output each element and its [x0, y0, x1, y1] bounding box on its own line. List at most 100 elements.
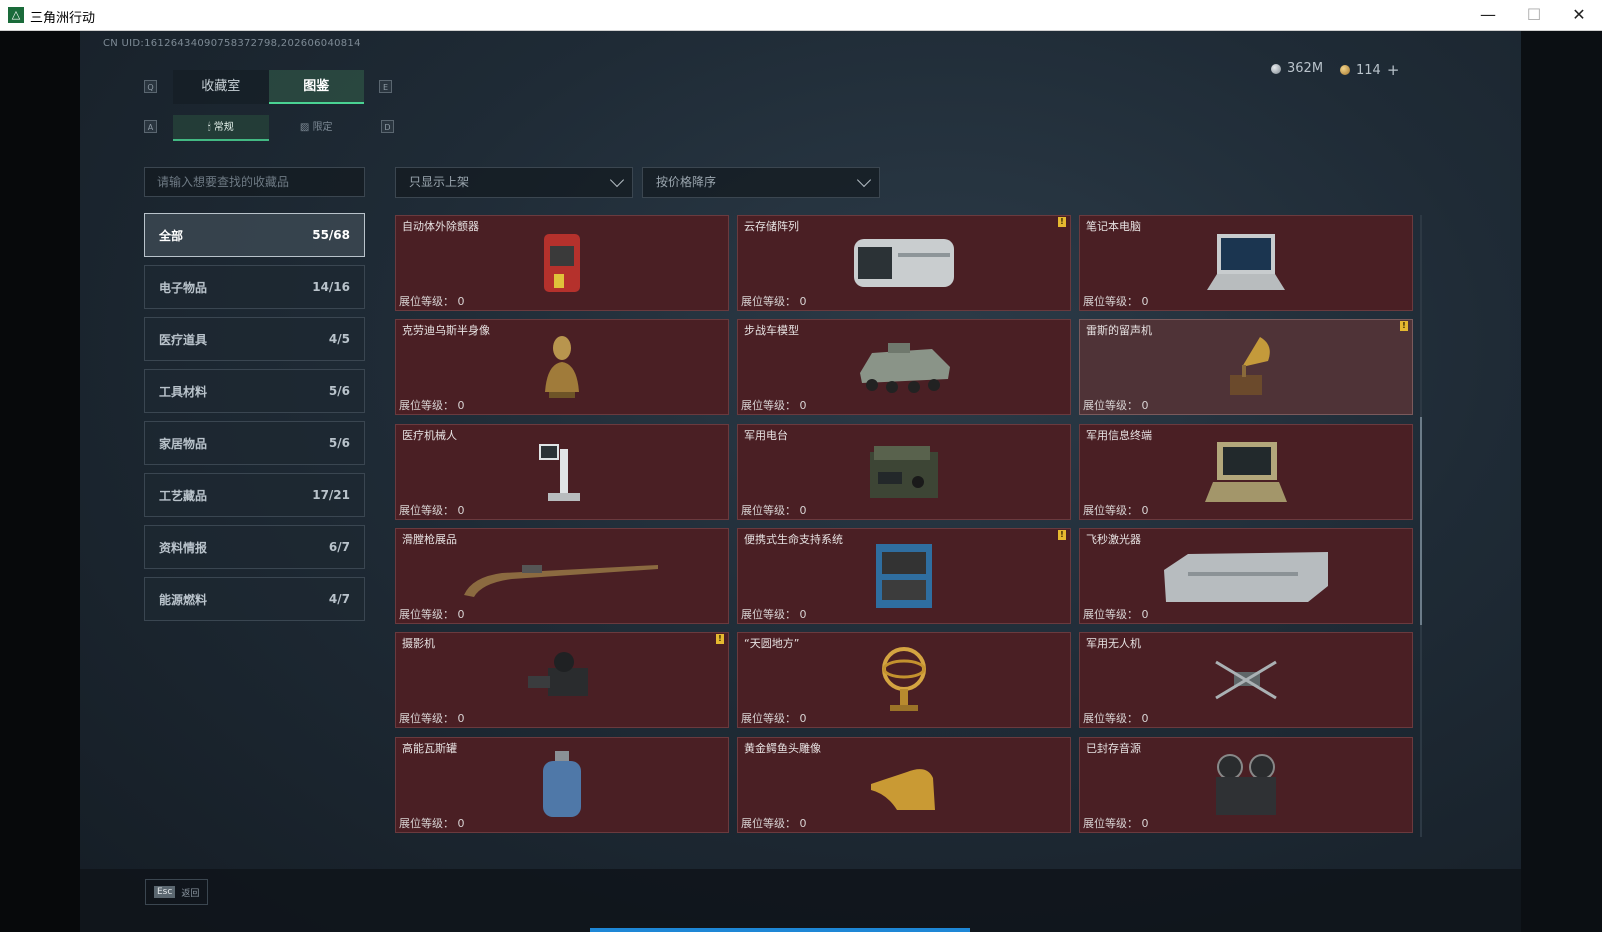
category-count: 4/7	[328, 592, 350, 606]
level-value: 0	[1141, 295, 1149, 308]
category-label: 工艺藏品	[159, 488, 208, 503]
bottom-bar	[80, 869, 1521, 932]
close-button[interactable]: ✕	[1556, 0, 1602, 30]
item-card-gas-canister[interactable]: 高能瓦斯罐 展位等级： 0	[395, 737, 729, 833]
chevron-down-icon	[609, 172, 625, 188]
tab-collection-room[interactable]: 收藏室	[173, 70, 269, 104]
item-name: 自动体外除颤器	[402, 220, 479, 233]
level-label: 展位等级：	[1083, 295, 1138, 308]
item-card-life-support[interactable]: 便携式生命支持系统 ! 展位等级： 0	[737, 528, 1071, 624]
level-value: 0	[799, 295, 807, 308]
level-label: 展位等级：	[741, 608, 796, 621]
subtab-regular[interactable]: 🕯 常规	[173, 115, 269, 141]
item-name: 滑膛枪展品	[402, 533, 457, 546]
silver-coin-icon	[1271, 63, 1281, 74]
category-fuel[interactable]: 能源燃料 4/7	[144, 577, 365, 621]
item-name: 云存储阵列	[744, 220, 799, 233]
tab-catalog[interactable]: 图鉴	[268, 70, 364, 104]
minimize-button[interactable]: —	[1465, 0, 1511, 30]
item-name: “天圆地方”	[744, 637, 800, 650]
grid-scrollbar-thumb[interactable]	[1420, 417, 1422, 625]
item-name: 步战车模型	[744, 324, 799, 337]
alert-badge: !	[1058, 217, 1066, 227]
category-label: 家居物品	[159, 436, 208, 451]
item-card-ifv-model[interactable]: 步战车模型 展位等级： 0	[737, 319, 1071, 415]
reel-recorder-icon	[1216, 754, 1276, 815]
letterbox-left	[0, 31, 80, 932]
item-card-laptop[interactable]: 笔记本电脑 展位等级： 0	[1079, 215, 1413, 311]
category-count: 5/6	[328, 436, 350, 450]
armillary-sphere-icon	[882, 647, 926, 711]
drone-icon	[1215, 660, 1277, 700]
sub-tabbar: 🕯 常规 ▨ 限定	[173, 115, 364, 141]
category-tools[interactable]: 工具材料 5/6	[144, 369, 365, 413]
level-label: 展位等级：	[1083, 399, 1138, 412]
category-label: 资料情报	[159, 540, 208, 555]
item-card-cloud-storage[interactable]: 云存储阵列 ! 展位等级： 0	[737, 215, 1071, 311]
item-card-armillary[interactable]: “天圆地方” 展位等级： 0	[737, 632, 1071, 728]
sort-dropdown[interactable]: 按价格降序	[642, 167, 880, 198]
level-label: 展位等级：	[399, 504, 454, 517]
item-card-bust[interactable]: 克劳迪乌斯半身像 展位等级： 0	[395, 319, 729, 415]
level-value: 0	[799, 504, 807, 517]
category-medical[interactable]: 医疗道具 4/5	[144, 317, 365, 361]
category-label: 能源燃料	[159, 592, 208, 607]
category-crafts[interactable]: 工艺藏品 17/21	[144, 473, 365, 517]
category-count: 17/21	[312, 488, 350, 502]
item-card-defibrillator[interactable]: 自动体外除颤器 展位等级： 0	[395, 215, 729, 311]
item-name: 军用信息终端	[1086, 429, 1152, 442]
item-name: 摄影机	[402, 637, 435, 650]
silver-amount: 362M	[1287, 61, 1324, 76]
level-label: 展位等级：	[399, 295, 454, 308]
level-value: 0	[799, 608, 807, 621]
category-all[interactable]: 全部 55/68	[144, 213, 365, 257]
item-name: 高能瓦斯罐	[402, 742, 457, 755]
item-card-drone[interactable]: 军用无人机 展位等级： 0	[1079, 632, 1413, 728]
item-name: 医疗机械人	[402, 429, 457, 442]
level-label: 展位等级：	[1083, 817, 1138, 830]
musket-icon	[464, 565, 658, 597]
gold-currency: 114 +	[1340, 61, 1399, 79]
item-card-gramophone[interactable]: 雷斯的留声机 ! 展位等级： 0	[1079, 319, 1413, 415]
key-hint-next-subtab: D	[381, 120, 394, 133]
category-intel[interactable]: 资料情报 6/7	[144, 525, 365, 569]
silver-currency: 362M	[1271, 61, 1323, 76]
category-household[interactable]: 家居物品 5/6	[144, 421, 365, 465]
shelf-filter-dropdown[interactable]: 只显示上架	[395, 167, 633, 198]
collection-search-input[interactable]: 请输入想要查找的收藏品	[144, 167, 365, 197]
key-hint-next-tab: E	[379, 80, 392, 93]
level-value: 0	[1141, 712, 1149, 725]
item-card-femtosecond-laser[interactable]: 飞秒激光器 展位等级： 0	[1079, 528, 1413, 624]
shelf-filter-value: 只显示上架	[409, 175, 470, 189]
item-card-musket[interactable]: 滑膛枪展品 展位等级： 0	[395, 528, 729, 624]
category-count: 5/6	[328, 384, 350, 398]
level-label: 展位等级：	[741, 504, 796, 517]
subtab-limited[interactable]: ▨ 限定	[269, 115, 365, 141]
item-card-military-radio[interactable]: 军用电台 展位等级： 0	[737, 424, 1071, 520]
level-value: 0	[1141, 504, 1149, 517]
level-value: 0	[457, 817, 465, 830]
film-camera-icon	[528, 652, 588, 696]
gold-coin-icon	[1340, 65, 1350, 75]
category-electronics[interactable]: 电子物品 14/16	[144, 265, 365, 309]
item-name: 克劳迪乌斯半身像	[402, 324, 490, 337]
medical-robot-icon	[539, 444, 580, 501]
alert-badge: !	[1058, 530, 1066, 540]
back-button[interactable]: Esc 返回	[145, 879, 209, 905]
maximize-button[interactable]: ☐	[1511, 0, 1557, 30]
level-label: 展位等级：	[399, 608, 454, 621]
item-name: 黄金鳄鱼头雕像	[744, 742, 821, 755]
item-card-gold-crocodile[interactable]: 黄金鳄鱼头雕像 展位等级： 0	[737, 737, 1071, 833]
level-label: 展位等级：	[1083, 712, 1138, 725]
level-value: 0	[799, 712, 807, 725]
life-support-icon	[876, 544, 932, 608]
item-card-medical-robot[interactable]: 医疗机械人 展位等级： 0	[395, 424, 729, 520]
add-currency-button[interactable]: +	[1387, 61, 1400, 79]
category-label: 工具材料	[159, 384, 208, 399]
item-card-sealed-audio[interactable]: 已封存音源 展位等级： 0	[1079, 737, 1413, 833]
level-value: 0	[799, 399, 807, 412]
item-card-camera[interactable]: 摄影机 ! 展位等级： 0	[395, 632, 729, 728]
category-label: 全部	[159, 228, 184, 243]
server-array-icon	[854, 239, 954, 287]
item-card-info-terminal[interactable]: 军用信息终端 展位等级： 0	[1079, 424, 1413, 520]
